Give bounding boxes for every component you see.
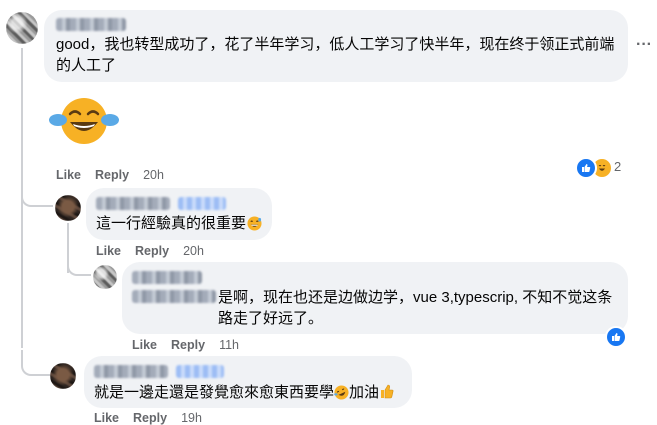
commenter-name-redacted[interactable] xyxy=(94,365,168,378)
laughing-crying-emoji-icon xyxy=(46,96,122,146)
avatar[interactable] xyxy=(55,195,81,221)
comment-text-tail: 加油 xyxy=(349,384,380,401)
timestamp[interactable]: 11h xyxy=(219,338,239,352)
avatar[interactable] xyxy=(93,265,117,289)
commenter-name-redacted[interactable] xyxy=(56,18,126,31)
comment-text: good，我也转型成功了，花了半年学习，低人工学习了快半年，现在终于领正式前端的… xyxy=(56,36,615,74)
comment-actions: Like Reply 20h xyxy=(56,168,178,182)
like-button[interactable]: Like xyxy=(96,244,121,258)
avatar[interactable] xyxy=(50,363,76,389)
timestamp[interactable]: 20h xyxy=(183,244,204,258)
reaction-count[interactable]: 2 xyxy=(614,159,621,174)
like-button[interactable]: Like xyxy=(56,168,81,182)
grinning-sweat-emoji-icon xyxy=(247,216,262,237)
commenter-name-redacted[interactable] xyxy=(132,271,202,284)
comment-text-body: 這一行經驗真的很重要 xyxy=(96,215,247,232)
comment-actions: Like Reply 11h xyxy=(132,338,253,352)
comment-text-body: 就是一邊走還是發覺愈來愈東西要學 xyxy=(94,384,335,401)
reply-button[interactable]: Reply xyxy=(171,338,205,352)
reply-button[interactable]: Reply xyxy=(133,411,167,425)
comment-text: 是啊，现在也还是边做边学，vue 3,typescrip, 不知不觉这条路走了好… xyxy=(218,289,613,327)
thread-connector xyxy=(21,185,53,207)
like-reaction-icon[interactable] xyxy=(575,157,597,179)
mentioned-name-redacted[interactable] xyxy=(132,290,216,303)
comment-actions: Like Reply 20h xyxy=(96,244,218,258)
avatar[interactable] xyxy=(6,12,38,44)
thread-connector xyxy=(21,350,53,376)
like-button[interactable]: Like xyxy=(132,338,157,352)
comment-text: 就是一邊走還是發覺愈來愈東西要學 加油 xyxy=(94,382,394,406)
comment-actions: Like Reply 19h xyxy=(94,411,216,425)
like-reaction-icon[interactable] xyxy=(605,326,627,348)
author-badge xyxy=(176,365,224,378)
commenter-name-redacted[interactable] xyxy=(96,197,170,210)
author-badge xyxy=(178,197,226,210)
thread-connector xyxy=(67,256,91,276)
comment-text: 這一行經驗真的很重要 xyxy=(96,213,262,237)
more-options-button[interactable]: ··· xyxy=(636,36,652,54)
thumbs-up-emoji-icon xyxy=(380,384,394,405)
rolling-laughing-emoji-icon xyxy=(334,385,349,406)
timestamp[interactable]: 19h xyxy=(181,411,202,425)
like-button[interactable]: Like xyxy=(94,411,119,425)
reply-button[interactable]: Reply xyxy=(95,168,129,182)
timestamp[interactable]: 20h xyxy=(143,168,164,182)
reply-button[interactable]: Reply xyxy=(135,244,169,258)
